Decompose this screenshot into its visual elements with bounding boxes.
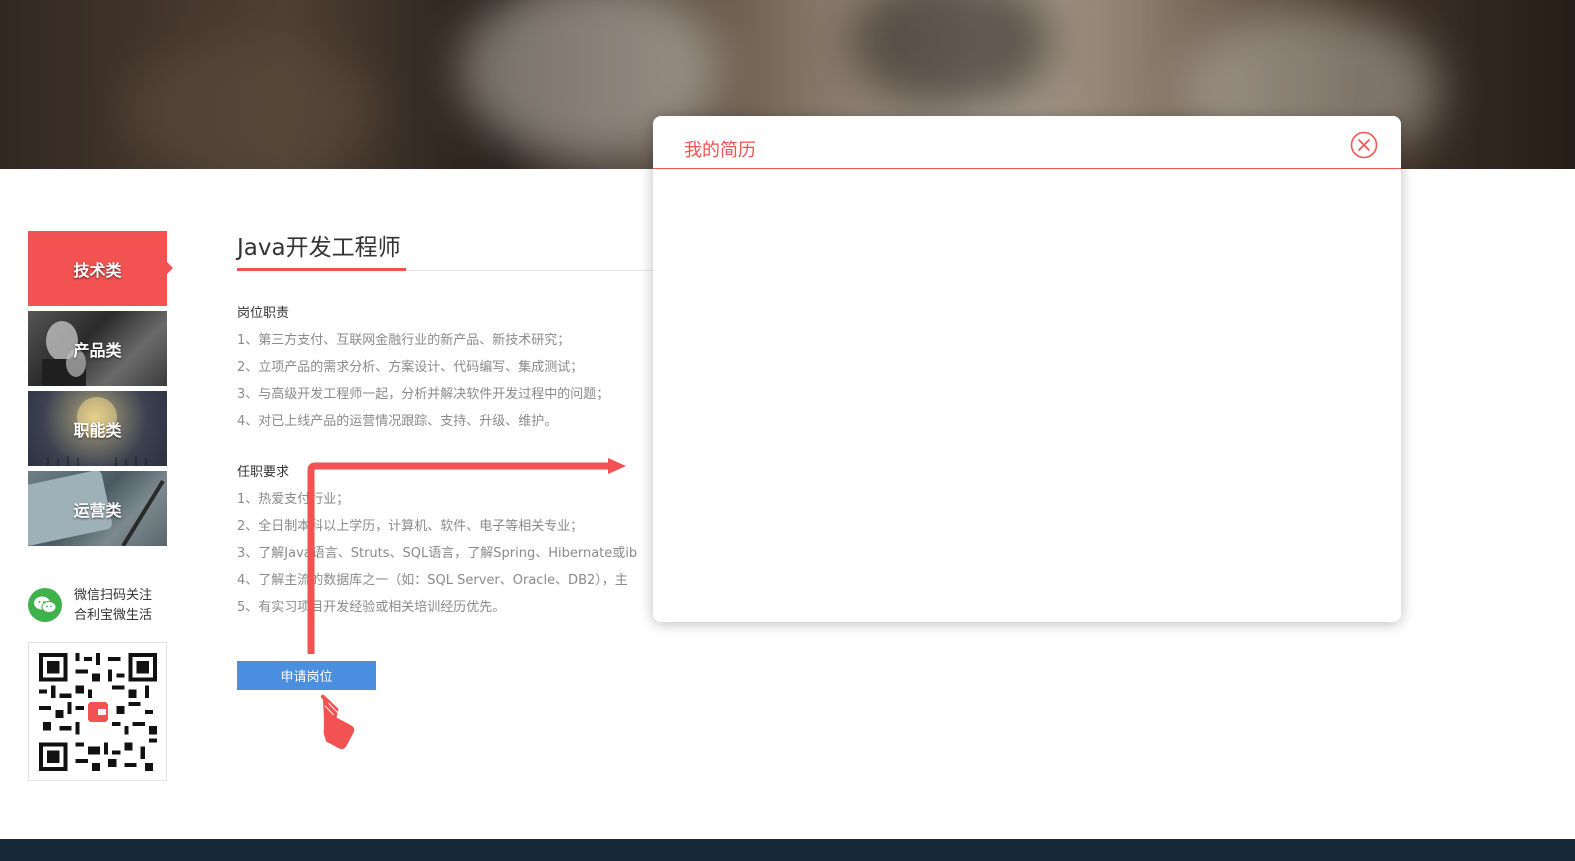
requirement-item: 5、有实习项目开发经验或相关培训经历优先。 (237, 600, 506, 615)
duty-item: 1、第三方支付、互联网金融行业的新产品、新技术研究； (237, 333, 571, 348)
requirements-heading: 任职要求 (237, 465, 290, 480)
modal-body (653, 169, 1401, 622)
pointing-hand-icon (320, 694, 355, 750)
wechat-line-2: 合利宝微生活 (74, 608, 153, 623)
close-circle-icon[interactable] (1350, 131, 1378, 159)
requirement-item: 4、了解主流的数据库之一（如：SQL Server、Oracle、DB2），主 (237, 573, 628, 588)
category-label: 产品类 (73, 340, 122, 360)
category-label: 技术类 (73, 260, 122, 280)
wechat-caption: 微信扫码关注 合利宝微生活 (74, 586, 152, 626)
modal-title: 我的简历 (684, 140, 756, 161)
category-product[interactable]: 产品类 (28, 311, 167, 386)
resume-modal: 我的简历 (653, 116, 1401, 622)
category-tech[interactable]: 技术类 (28, 231, 173, 306)
duties-heading: 岗位职责 (237, 306, 290, 321)
duty-item: 4、对已上线产品的运营情况跟踪、支持、升级、维护。 (237, 414, 558, 429)
wechat-icon (28, 588, 62, 622)
category-function[interactable]: 职能类 (28, 391, 167, 466)
requirement-item: 2、全日制本科以上学历，计算机、软件、电子等相关专业； (237, 519, 584, 534)
footer-bar (0, 839, 1575, 861)
duty-item: 2、立项产品的需求分析、方案设计、代码编写、集成测试； (237, 360, 584, 375)
requirement-item: 1、热爱支付行业； (237, 492, 350, 507)
category-label: 运营类 (73, 500, 122, 520)
job-title: Java开发工程师 (237, 235, 401, 261)
requirement-item: 3、了解Java语言、Struts、SQL语言，了解Spring、Hiberna… (237, 546, 638, 561)
duty-item: 3、与高级开发工程师一起，分析并解决软件开发过程中的问题； (237, 387, 610, 402)
title-underline (237, 268, 406, 271)
category-operation[interactable]: 运营类 (28, 471, 167, 546)
apply-button[interactable]: 申请岗位 (237, 661, 376, 690)
wechat-line-1: 微信扫码关注 (74, 588, 153, 603)
category-label: 职能类 (73, 420, 122, 440)
qr-code (28, 642, 167, 781)
